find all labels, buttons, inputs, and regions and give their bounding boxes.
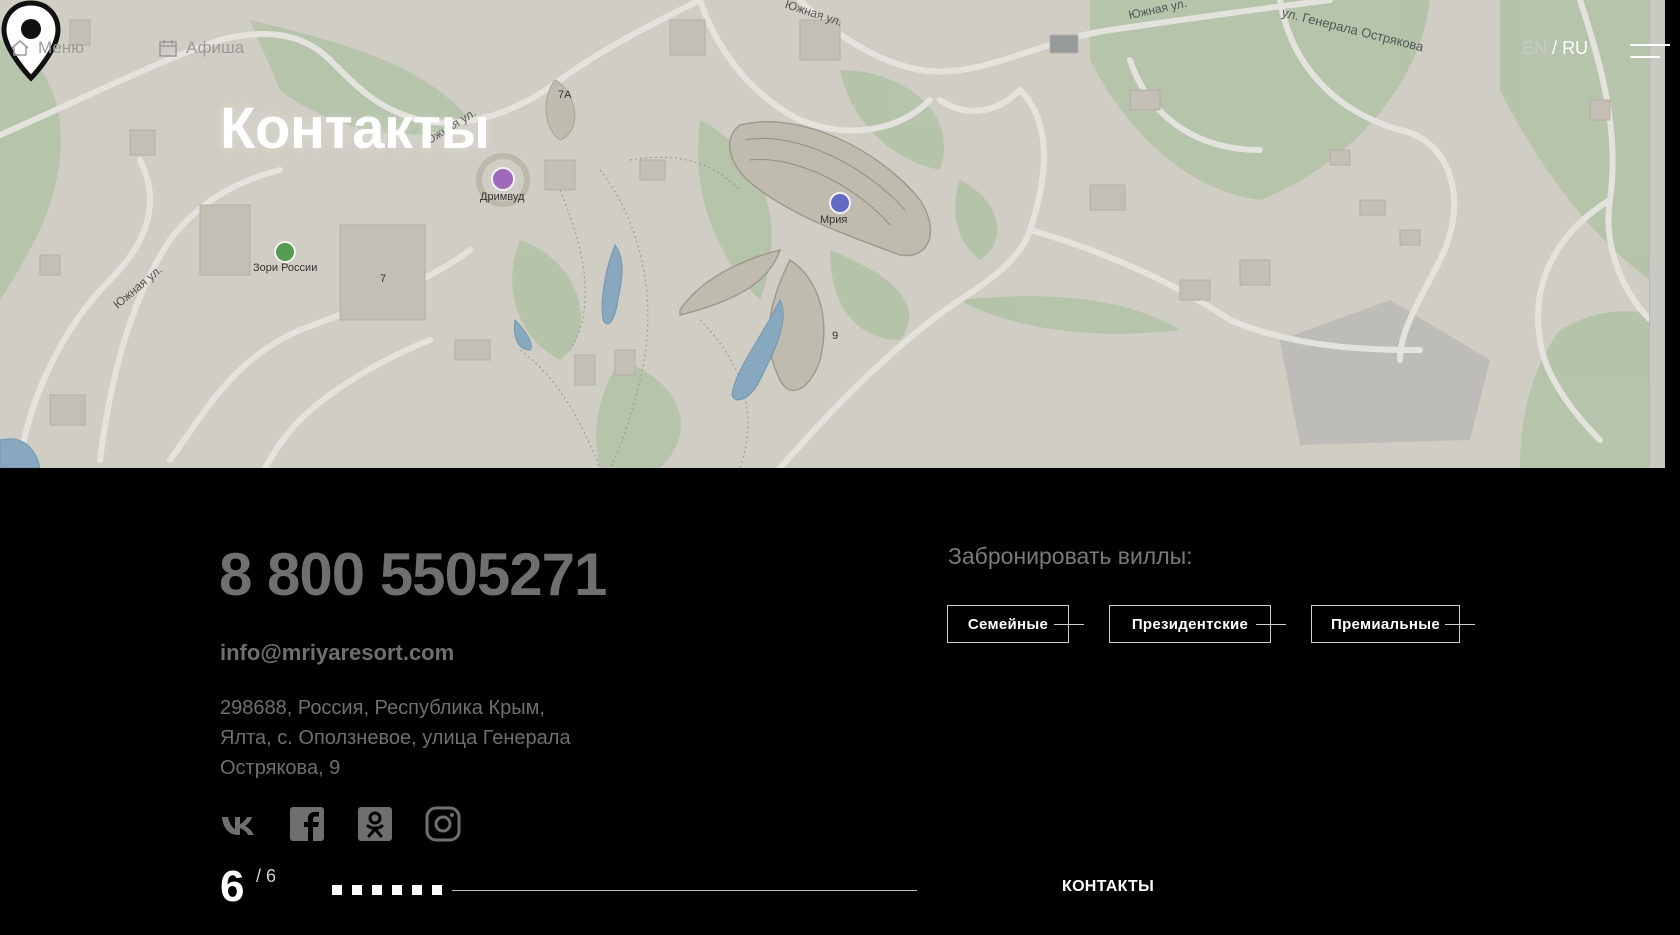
slide-dot[interactable] [392, 885, 402, 895]
menu-label: Меню [38, 38, 84, 57]
map-poi-label: Зори России [253, 262, 318, 274]
progress-line [452, 890, 917, 891]
booking-label: Забронировать виллы: [948, 543, 1193, 569]
hamburger-menu-icon[interactable] [1630, 44, 1670, 60]
phone-link[interactable]: 8 800 5505271 [219, 540, 607, 609]
lang-en[interactable]: EN [1522, 38, 1547, 58]
address-line: Ялта, с. Оползневое, улица Генерала [220, 727, 571, 749]
afisha-link[interactable]: Афиша [158, 38, 244, 58]
lang-separator: / [1552, 38, 1558, 58]
home-icon [11, 40, 29, 56]
facebook-icon[interactable] [288, 805, 326, 843]
map-building-label: 7 [380, 273, 387, 285]
odnoklassniki-icon[interactable] [356, 805, 394, 843]
map-poi-label: Дримвуд [480, 191, 525, 203]
map-building-label: 9 [832, 330, 839, 342]
lang-ru[interactable]: RU [1562, 38, 1588, 58]
afisha-label: Афиша [186, 38, 245, 57]
language-switcher: EN / RU [1522, 38, 1588, 59]
page-title: Контакты [220, 96, 490, 161]
slide-dot[interactable] [372, 885, 382, 895]
email-link[interactable]: info@mriyaresort.com [220, 640, 454, 666]
calendar-icon [159, 40, 177, 57]
family-villas-button[interactable]: Семейные [947, 605, 1084, 643]
page-scrollbar[interactable] [1649, 0, 1665, 468]
presidential-villas-button[interactable]: Президентские [1109, 605, 1286, 643]
button-label: Семейные [967, 615, 1049, 633]
slide-dot[interactable] [432, 885, 442, 895]
menu-link[interactable]: Меню [10, 38, 84, 58]
social-links [220, 805, 462, 843]
address-line: Острякова, 9 [220, 757, 341, 779]
map-building-label: 7А [558, 89, 572, 101]
instagram-icon[interactable] [424, 805, 462, 843]
location-map[interactable]: Южная ул. Южная ул. Южная ул. ул. Генера… [0, 0, 1665, 468]
address-line: 298688, Россия, Республика Крым, [220, 697, 545, 719]
total-slides: / 6 [256, 866, 277, 886]
map-poi-label: Мрия [820, 214, 848, 226]
slide-dot[interactable] [412, 885, 422, 895]
address: 298688, Россия, Республика Крым, Ялта, с… [220, 693, 571, 783]
slide-dots [332, 885, 442, 895]
current-slide-number: 6 [220, 862, 245, 911]
premium-villas-button[interactable]: Премиальные [1311, 605, 1475, 643]
current-section-name: КОНТАКТЫ [1062, 878, 1155, 895]
slide-dot[interactable] [352, 885, 362, 895]
slide-dot[interactable] [332, 885, 342, 895]
map-canvas [0, 0, 1665, 468]
button-label: Премиальные [1330, 615, 1440, 633]
button-label: Президентские [1131, 615, 1249, 633]
vk-icon[interactable] [220, 805, 258, 843]
